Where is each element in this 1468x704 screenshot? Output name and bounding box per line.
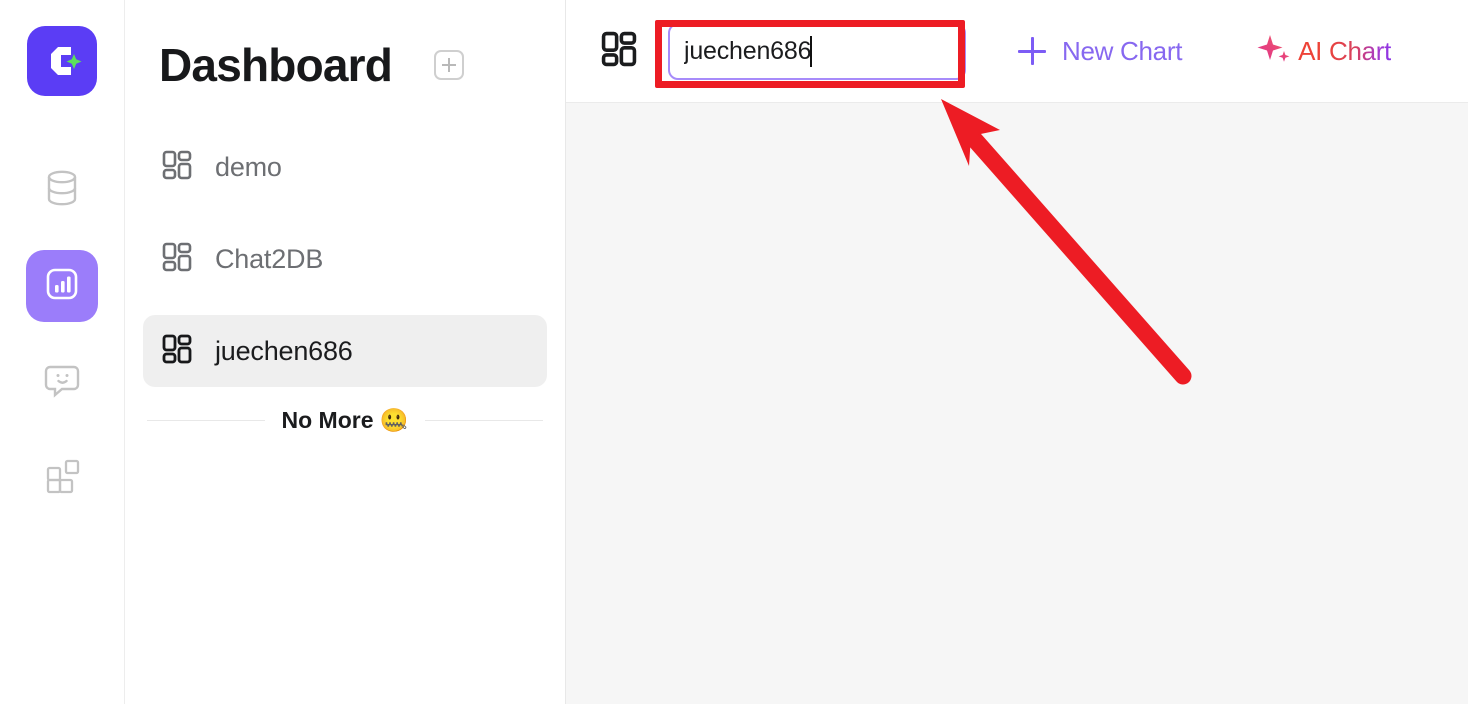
divider-line-right (424, 420, 543, 421)
list-item-selected[interactable]: juechen686 (143, 315, 547, 387)
database-icon (40, 166, 84, 215)
list-item-label: Chat2DB (215, 243, 324, 274)
blocks-icon (41, 455, 83, 502)
sidebar-item-extensions[interactable] (26, 442, 98, 514)
grid-icon (161, 241, 193, 278)
sidebar-item-chat[interactable] (26, 346, 98, 418)
page-title: Dashboard (159, 39, 393, 91)
text-caret (810, 35, 812, 67)
chat2db-logo-icon[interactable] (27, 26, 97, 96)
main-area: New Chart (566, 0, 1468, 704)
plus-icon (1018, 37, 1046, 65)
list-item[interactable]: Chat2DB (143, 223, 547, 295)
dashboard-name-field-wrap (668, 22, 966, 80)
toolbar: New Chart (566, 0, 1468, 103)
bar-chart-icon (41, 263, 83, 310)
icon-rail (0, 0, 125, 704)
app-root: Dashboard demo Chat2DB juechen686 No Mor… (0, 0, 1468, 704)
list-item[interactable]: demo (143, 131, 547, 203)
grid-icon (161, 149, 193, 186)
dashboard-name-input[interactable] (668, 22, 966, 80)
dashboard-panel: Dashboard demo Chat2DB juechen686 No Mor… (125, 0, 566, 704)
ai-chart-label: AI Chart (1298, 35, 1392, 66)
list-item-label: demo (215, 151, 282, 182)
dashboard-list: demo Chat2DB juechen686 No More 🤐 (125, 131, 565, 434)
grid-icon (161, 333, 193, 370)
no-more-label: No More 🤐 (281, 407, 409, 433)
sidebar-item-connections[interactable] (26, 154, 98, 226)
chat-smile-icon (40, 358, 84, 407)
panel-header: Dashboard (125, 0, 565, 88)
grid-icon[interactable] (600, 30, 638, 73)
new-chart-label: New Chart (1062, 35, 1183, 66)
list-end-divider: No More 🤐 (143, 407, 547, 434)
new-chart-button[interactable]: New Chart (1018, 36, 1182, 67)
sidebar-item-dashboard[interactable] (26, 250, 98, 322)
plus-square-icon[interactable] (434, 50, 465, 80)
chart-canvas[interactable] (566, 103, 1468, 704)
list-item-label: juechen686 (215, 335, 353, 366)
ai-chart-button[interactable]: AI Chart (1256, 30, 1391, 73)
divider-line-left (147, 420, 266, 421)
sparkle-icon (1256, 30, 1294, 73)
